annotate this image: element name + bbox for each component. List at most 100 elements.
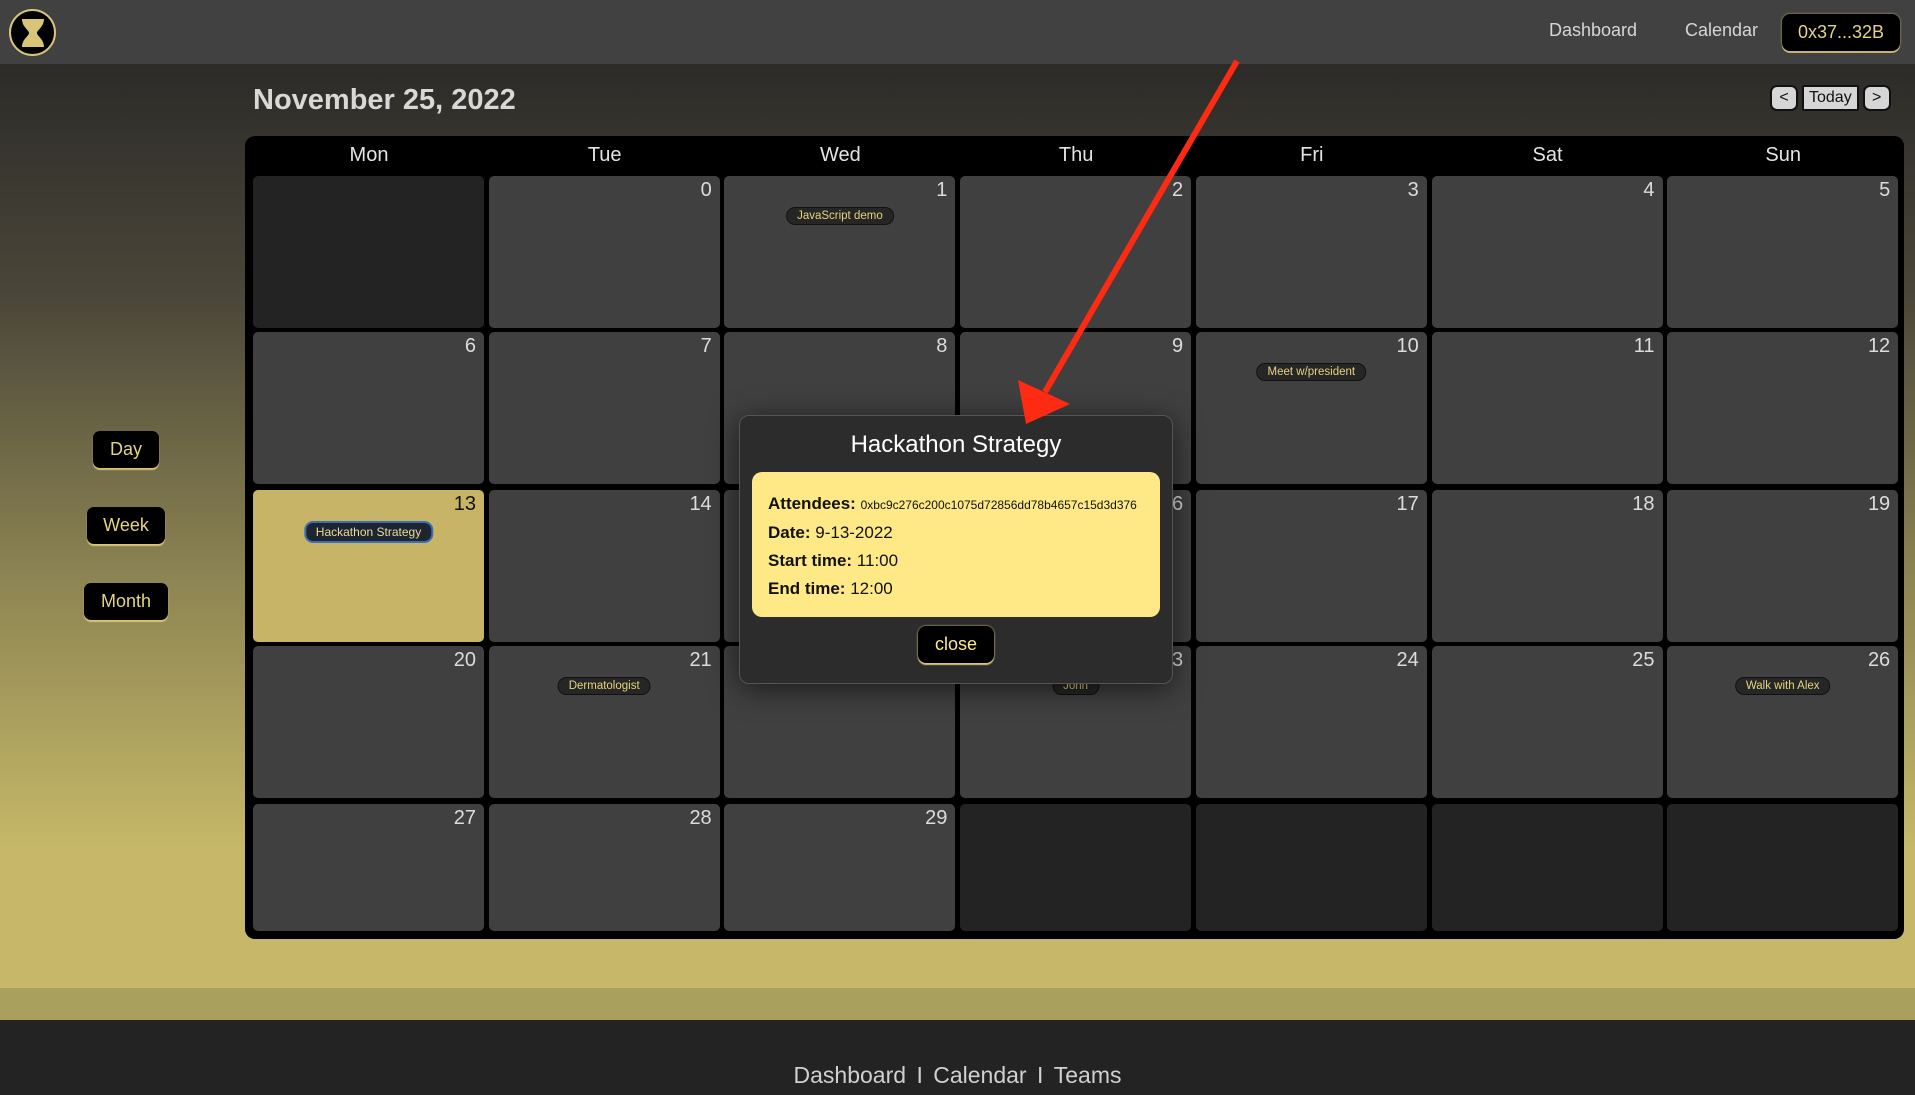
nav-calendar[interactable]: Calendar — [1685, 20, 1758, 41]
day-cell[interactable]: 10 Meet w/president — [1195, 332, 1427, 484]
day-number: 29 — [925, 807, 948, 829]
day-cell[interactable]: 27 — [253, 804, 484, 931]
attendees-label: Attendees: — [768, 494, 856, 513]
empty-day-cell — [1667, 804, 1899, 931]
day-cell[interactable]: 28 — [488, 804, 720, 931]
start-time-value: 11:00 — [856, 551, 899, 570]
day-number: 25 — [1632, 649, 1655, 671]
day-number: 4 — [1643, 179, 1655, 201]
day-number: 1 — [936, 179, 948, 201]
view-week-button[interactable]: Week — [87, 507, 165, 544]
end-time-label: End time: — [768, 579, 846, 598]
day-cell[interactable]: 21 Dermatologist — [488, 646, 720, 798]
footer-link-calendar[interactable]: Calendar — [933, 1062, 1026, 1088]
close-button[interactable]: close — [918, 626, 994, 663]
modal-title: Hackathon Strategy — [850, 431, 1062, 458]
attendees-value: 0xbc9c276c200c1075d72856dd78b4657c15d3d3… — [860, 498, 1137, 512]
day-cell[interactable]: 29 — [724, 804, 956, 931]
day-number: 3 — [1407, 179, 1419, 201]
empty-day-cell — [1431, 804, 1663, 931]
empty-day-cell — [960, 804, 1192, 931]
weekday-header: Thu — [1058, 144, 1094, 166]
day-number: 2 — [1171, 179, 1184, 201]
event-pill[interactable]: Hackathon Strategy — [303, 521, 434, 543]
end-time-value: 12:00 — [850, 579, 893, 598]
day-cell[interactable]: 24 — [1195, 646, 1427, 798]
start-time-label: Start time: — [768, 551, 853, 570]
day-cell[interactable]: 0 — [488, 176, 720, 328]
day-number: 5 — [1879, 179, 1891, 201]
view-month-button[interactable]: Month — [84, 583, 168, 620]
day-number: 8 — [936, 335, 948, 357]
empty-day-cell — [253, 176, 484, 328]
event-pill[interactable]: Meet w/president — [1256, 363, 1367, 381]
calendar-navigation: < Today > — [1770, 85, 1891, 111]
day-number: 18 — [1632, 493, 1655, 515]
day-cell[interactable]: 20 — [253, 646, 484, 798]
weekday-header: Mon — [349, 144, 389, 166]
event-details: Attendees: 0xbc9c276c200c1075d72856dd78b… — [752, 472, 1160, 617]
day-cell[interactable]: 5 — [1667, 176, 1899, 328]
next-button[interactable]: > — [1862, 85, 1891, 111]
date-label: Date: — [768, 523, 811, 542]
day-number: 9 — [1171, 335, 1184, 357]
day-number: 19 — [1867, 493, 1891, 515]
weekday-header: Sat — [1532, 144, 1563, 166]
weekday-header: Tue — [587, 144, 622, 166]
footer-separator: I — [916, 1062, 923, 1088]
day-cell[interactable]: 13 Hackathon Strategy — [253, 490, 484, 642]
page-title: November 25, 2022 — [253, 84, 516, 116]
day-number: 10 — [1396, 335, 1419, 357]
day-number: 0 — [700, 179, 712, 201]
day-number: 6 — [464, 335, 476, 357]
day-cell[interactable]: 12 — [1667, 332, 1899, 484]
day-cell[interactable]: 2 — [960, 176, 1192, 328]
footer-separator: I — [1036, 1062, 1044, 1088]
event-details-modal: Hackathon Strategy Attendees: 0xbc9c276c… — [739, 415, 1173, 684]
day-number: 27 — [453, 807, 476, 829]
day-number: 28 — [689, 807, 712, 829]
nav-dashboard[interactable]: Dashboard — [1549, 20, 1637, 41]
day-cell[interactable]: 18 — [1431, 490, 1663, 642]
weekday-header: Sun — [1765, 144, 1801, 166]
day-cell[interactable]: 17 — [1195, 490, 1427, 642]
date-value: 9-13-2022 — [815, 523, 893, 542]
day-number: 14 — [689, 493, 712, 515]
day-number: 21 — [689, 649, 712, 671]
day-number: 13 — [453, 493, 476, 515]
top-bar: Dashboard Calendar 0x37...32B — [0, 0, 1915, 64]
today-button[interactable]: Today — [1802, 85, 1859, 111]
day-number: 17 — [1396, 493, 1419, 515]
day-cell[interactable]: 1 JavaScript demo — [724, 176, 956, 328]
hourglass-icon — [21, 18, 44, 47]
day-number: 26 — [1867, 649, 1891, 671]
day-cell[interactable]: 19 — [1667, 490, 1899, 642]
empty-day-cell — [1195, 804, 1427, 931]
footer: Dashboard I Calendar I Teams — [0, 1020, 1915, 1095]
day-cell[interactable]: 4 — [1431, 176, 1663, 328]
divider-band — [0, 988, 1915, 1020]
prev-button[interactable]: < — [1770, 85, 1798, 111]
day-cell[interactable]: 25 — [1431, 646, 1663, 798]
wallet-address-button[interactable]: 0x37...32B — [1782, 14, 1900, 51]
event-pill[interactable]: JavaScript demo — [786, 207, 894, 225]
day-number: 7 — [700, 335, 712, 357]
weekday-header: Wed — [820, 144, 861, 166]
footer-link-teams[interactable]: Teams — [1054, 1062, 1122, 1088]
day-cell[interactable]: 7 — [488, 332, 720, 484]
day-cell[interactable]: 14 — [488, 490, 720, 642]
view-day-button[interactable]: Day — [93, 431, 159, 468]
day-number: 24 — [1396, 649, 1419, 671]
footer-link-dashboard[interactable]: Dashboard — [794, 1062, 907, 1088]
logo[interactable] — [9, 9, 56, 56]
day-cell[interactable]: 11 — [1431, 332, 1663, 484]
day-cell[interactable]: 26 Walk with Alex — [1667, 646, 1899, 798]
day-number: 20 — [453, 649, 476, 671]
day-number: 11 — [1633, 335, 1655, 357]
weekday-header: Fri — [1300, 144, 1324, 166]
event-pill[interactable]: Dermatologist — [557, 677, 651, 695]
day-number: 12 — [1867, 335, 1891, 357]
event-pill[interactable]: Walk with Alex — [1734, 677, 1831, 695]
day-cell[interactable]: 6 — [253, 332, 484, 484]
day-cell[interactable]: 3 — [1195, 176, 1427, 328]
